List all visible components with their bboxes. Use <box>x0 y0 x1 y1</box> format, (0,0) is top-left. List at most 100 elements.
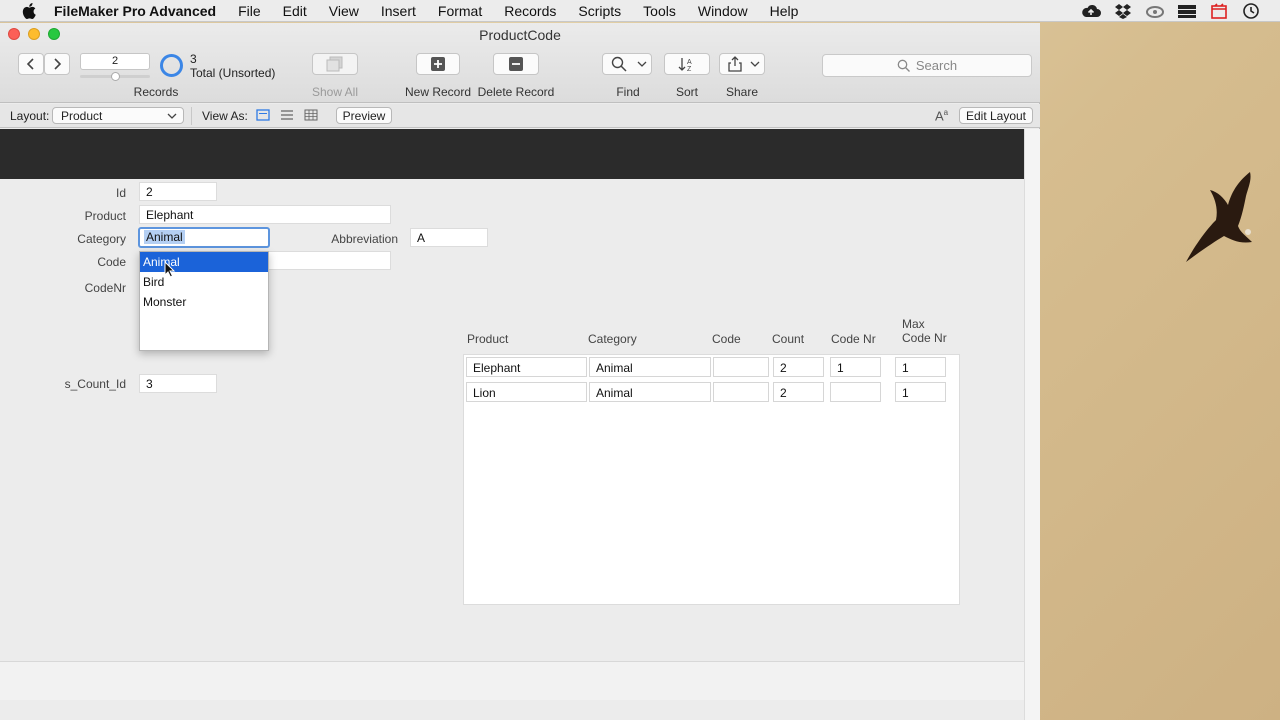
sort-button[interactable]: AZ <box>664 53 710 75</box>
portal-cell-count[interactable]: 2 <box>773 382 824 402</box>
show-all-button[interactable] <box>312 53 358 75</box>
share-button[interactable] <box>719 53 765 75</box>
delete-record-button[interactable] <box>493 53 539 75</box>
layout-bar: Layout: Product View As: Preview Aa Edit… <box>0 104 1040 128</box>
minus-icon <box>509 57 523 71</box>
drive-icon[interactable] <box>1176 2 1198 20</box>
table-view-icon[interactable] <box>304 109 318 124</box>
show-all-icon <box>326 56 343 72</box>
menu-edit[interactable]: Edit <box>283 3 307 19</box>
chevron-down-icon <box>637 61 647 67</box>
svg-text:Z: Z <box>687 66 692 72</box>
layout-footer-band <box>0 661 1024 700</box>
id-label: Id <box>115 186 126 200</box>
vertical-scrollbar[interactable] <box>1024 129 1040 720</box>
list-view-icon[interactable] <box>280 109 294 124</box>
chevron-left-icon <box>26 58 34 70</box>
search-placeholder: Search <box>915 58 958 73</box>
abbreviation-label: Abbreviation <box>331 232 398 246</box>
menu-window[interactable]: Window <box>698 3 748 19</box>
portal-header-max-code-nr-line1: Max <box>902 317 925 331</box>
filemaker-window: ProductCode 2 3 Total (Unsorted) Records… <box>0 23 1040 720</box>
value-list-option-animal[interactable]: Animal <box>140 252 268 272</box>
magnifier-icon <box>611 56 627 72</box>
codenr-label: CodeNr <box>84 281 126 295</box>
dropbox-icon[interactable] <box>1112 2 1134 20</box>
category-field[interactable]: Animal <box>138 227 270 248</box>
screen-record-icon[interactable] <box>1208 2 1230 20</box>
s-count-id-label: s_Count_Id <box>64 377 126 391</box>
find-label: Find <box>616 85 640 99</box>
portal-cell-category[interactable]: Animal <box>589 357 711 377</box>
portal-cell-category[interactable]: Animal <box>589 382 711 402</box>
menu-app-name[interactable]: FileMaker Pro Advanced <box>54 3 216 19</box>
cloud-upload-icon[interactable] <box>1080 2 1102 20</box>
menu-bar: FileMaker Pro Advanced File Edit View In… <box>0 0 1280 22</box>
menu-help[interactable]: Help <box>770 3 799 19</box>
portal-header-product: Product <box>467 332 509 346</box>
abbreviation-field[interactable]: A <box>410 228 488 247</box>
view-as-label: View As: <box>202 109 248 123</box>
find-button[interactable] <box>602 53 652 75</box>
layout-header-band <box>0 129 1024 179</box>
search-icon <box>897 59 910 72</box>
form-view-icon[interactable] <box>256 109 270 124</box>
next-record-button[interactable] <box>44 53 70 75</box>
records-label: Records <box>133 85 179 99</box>
menu-view[interactable]: View <box>329 3 359 19</box>
menu-file[interactable]: File <box>238 3 261 19</box>
product-field[interactable]: Elephant <box>139 205 391 224</box>
edit-layout-button[interactable]: Edit Layout <box>959 107 1033 124</box>
new-record-button[interactable] <box>416 53 460 75</box>
svg-text:A: A <box>687 59 692 66</box>
portal-cell-max-code-nr[interactable]: 1 <box>895 382 946 402</box>
value-list-option-bird[interactable]: Bird <box>140 272 268 292</box>
code-label: Code <box>97 255 126 269</box>
window-toolbar: ProductCode 2 3 Total (Unsorted) Records… <box>0 23 1040 103</box>
portal-cell-code[interactable] <box>713 357 769 377</box>
menu-records[interactable]: Records <box>504 3 556 19</box>
chevron-right-icon <box>54 58 62 70</box>
show-all-label: Show All <box>311 85 359 99</box>
menu-tools[interactable]: Tools <box>643 3 676 19</box>
sort-label: Sort <box>675 85 698 99</box>
search-field[interactable]: Search <box>822 54 1032 77</box>
portal-header-code: Code <box>712 332 741 346</box>
preview-button[interactable]: Preview <box>336 107 392 124</box>
sort-icon: AZ <box>678 58 692 72</box>
portal-cell-product[interactable]: Elephant <box>466 357 587 377</box>
found-set-pie-icon[interactable] <box>160 54 183 77</box>
portal-cell-code-nr[interactable] <box>830 382 881 402</box>
portal-cell-max-code-nr[interactable]: 1 <box>895 357 946 377</box>
found-count: 3 <box>190 52 197 66</box>
previous-record-button[interactable] <box>18 53 44 75</box>
portal-header-category: Category <box>588 332 637 346</box>
current-record-field[interactable]: 2 <box>80 53 150 70</box>
layout-select[interactable]: Product <box>52 107 184 124</box>
category-value-list: Animal Bird Monster <box>139 251 269 351</box>
divider <box>191 107 192 125</box>
plus-icon <box>431 57 445 71</box>
menu-format[interactable]: Format <box>438 3 482 19</box>
portal-cell-product[interactable]: Lion <box>466 382 587 402</box>
menu-scripts[interactable]: Scripts <box>578 3 621 19</box>
portal-cell-code[interactable] <box>713 382 769 402</box>
s-count-id-field[interactable]: 3 <box>139 374 217 393</box>
share-icon <box>728 56 742 72</box>
text-format-icon[interactable]: Aa <box>935 108 948 123</box>
time-machine-icon[interactable] <box>1240 2 1262 20</box>
apple-icon[interactable] <box>18 0 40 22</box>
record-slider-thumb[interactable] <box>111 72 120 81</box>
portal-cell-count[interactable]: 2 <box>773 357 824 377</box>
creative-cloud-icon[interactable] <box>1144 2 1166 20</box>
value-list-option-monster[interactable]: Monster <box>140 292 268 312</box>
window-title: ProductCode <box>479 27 561 43</box>
desktop-eagle-image <box>1180 170 1260 273</box>
menu-insert[interactable]: Insert <box>381 3 416 19</box>
new-record-label: New Record <box>404 85 472 99</box>
mouse-cursor-icon <box>164 260 176 282</box>
share-label: Share <box>725 85 759 99</box>
portal-cell-code-nr[interactable]: 1 <box>830 357 881 377</box>
category-field-value: Animal <box>144 230 185 244</box>
id-field[interactable]: 2 <box>139 182 217 201</box>
